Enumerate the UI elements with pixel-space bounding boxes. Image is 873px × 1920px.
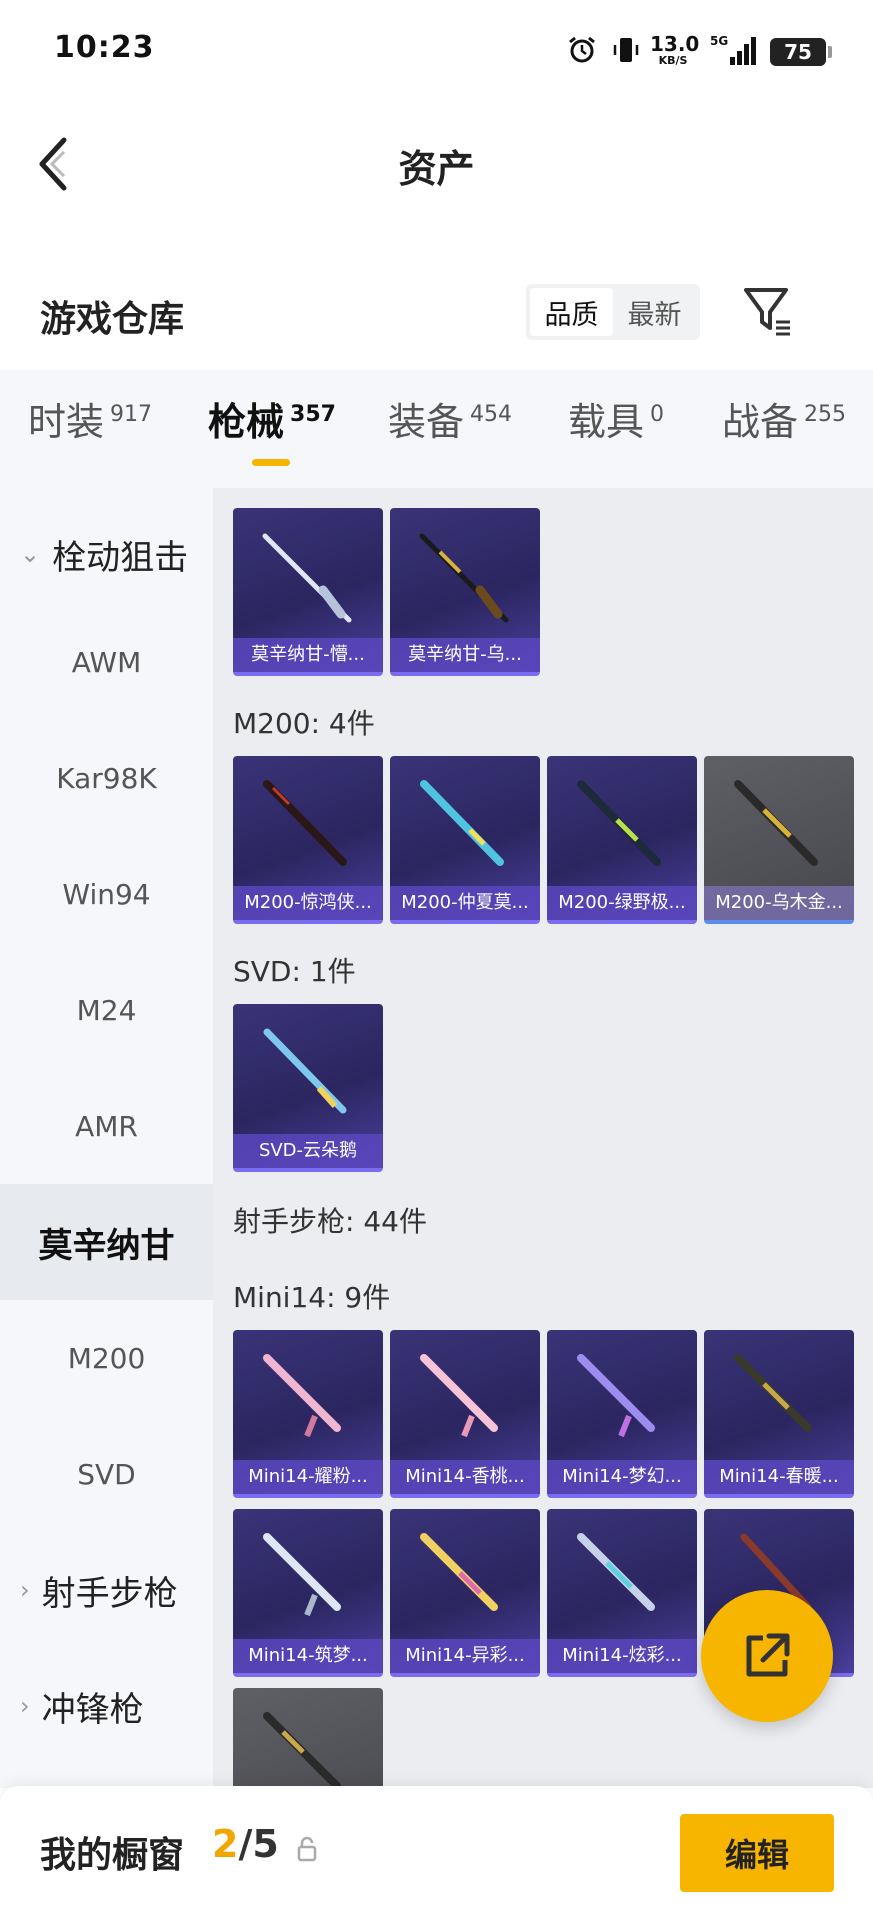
sidebar-item-m24[interactable]: M24 — [0, 952, 213, 1068]
group-header-m200: M200: 4件 — [233, 707, 375, 740]
active-tab-indicator — [252, 459, 290, 466]
item-card[interactable]: M200-仲夏莫... — [390, 756, 540, 924]
rifle-skin-image — [734, 780, 818, 866]
rifle-skin-image — [263, 1354, 341, 1438]
weapon-sidebar: ⌄ 栓动狙击 AWM Kar98K Win94 M24 AMR 莫辛纳甘 M200… — [0, 488, 213, 1788]
sidebar-group-bolt-action[interactable]: ⌄ 栓动狙击 — [0, 496, 213, 612]
sort-quality-option[interactable]: 品质 — [530, 288, 613, 336]
chevron-right-icon: › — [20, 1692, 30, 1720]
item-card[interactable]: M200-绿野极... — [547, 756, 697, 924]
status-time: 10:23 — [54, 30, 155, 65]
signal-5g-icon: 5G — [706, 32, 760, 68]
showcase-bar: 我的橱窗 2/5 编辑 — [0, 1786, 873, 1920]
sidebar-item-awm[interactable]: AWM — [0, 604, 213, 720]
rifle-skin-image — [577, 1533, 655, 1611]
tab-supplies[interactable]: 战备 255 — [722, 400, 846, 444]
chevron-right-icon: › — [20, 1576, 30, 1604]
item-card[interactable]: 莫辛纳甘-懵... — [233, 508, 383, 676]
vibrate-icon — [610, 32, 642, 68]
showcase-count: 2/5 — [212, 1822, 279, 1866]
tab-equipment[interactable]: 装备 454 — [388, 400, 512, 444]
item-card[interactable]: Mini14-筑梦... — [233, 1509, 383, 1677]
sidebar-item-amr[interactable]: AMR — [0, 1068, 213, 1184]
sidebar-item-win94[interactable]: Win94 — [0, 836, 213, 952]
sidebar-group-smg[interactable]: › 冲锋枪 — [0, 1648, 213, 1764]
rifle-skin-image — [577, 780, 661, 866]
item-card[interactable]: Mini14-梦幻... — [547, 1330, 697, 1498]
item-card[interactable]: Mini14-耀粉... — [233, 1330, 383, 1498]
item-card[interactable]: Mini14-炫彩... — [547, 1509, 697, 1677]
share-button[interactable] — [701, 1590, 833, 1722]
assets-page: 10:23 13.0 KB/S 5G 75 资产 游戏仓库 品质 最新 时装 9… — [0, 0, 873, 1920]
item-card[interactable]: SVD-云朵鹅 — [233, 1004, 383, 1172]
rifle-skin-image — [420, 1533, 498, 1611]
network-speed: 13.0 KB/S — [650, 32, 700, 67]
tab-vehicles[interactable]: 载具 0 — [568, 400, 664, 444]
item-card[interactable]: Mini14-春暖... — [704, 1330, 854, 1498]
sidebar-item-m200[interactable]: M200 — [0, 1300, 213, 1416]
item-card[interactable] — [233, 1688, 383, 1788]
edit-button[interactable]: 编辑 — [680, 1814, 834, 1892]
status-bar: 10:23 13.0 KB/S 5G 75 — [0, 0, 873, 100]
sidebar-item-kar98k[interactable]: Kar98K — [0, 720, 213, 836]
group-header-svd: SVD: 1件 — [233, 955, 356, 988]
rifle-skin-image — [263, 1533, 341, 1617]
rifle-skin-image — [263, 1712, 341, 1788]
rifle-skin-image — [419, 533, 509, 623]
rifle-skin-image — [263, 780, 347, 866]
battery-indicator: 75 — [770, 38, 832, 66]
lock-icon — [296, 1836, 318, 1862]
item-card[interactable]: 莫辛纳甘-乌... — [390, 508, 540, 676]
rifle-skin-image — [263, 1028, 347, 1114]
svg-text:5G: 5G — [710, 34, 728, 48]
sort-newest-option[interactable]: 最新 — [613, 288, 696, 336]
tab-firearms[interactable]: 枪械 357 — [208, 400, 336, 444]
item-card[interactable]: Mini14-香桃... — [390, 1330, 540, 1498]
item-card[interactable]: M200-惊鸿侠... — [233, 756, 383, 924]
rifle-skin-image — [420, 780, 504, 866]
category-tabs: 时装 917 枪械 357 装备 454 载具 0 战备 255 — [0, 370, 873, 488]
filter-icon[interactable] — [740, 282, 796, 338]
showcase-label: 我的橱窗 — [40, 1835, 185, 1876]
sort-toggle: 品质 最新 — [526, 284, 700, 340]
sidebar-group-dmr[interactable]: › 射手步枪 — [0, 1532, 213, 1648]
rifle-skin-image — [420, 1354, 498, 1438]
alarm-icon — [566, 32, 598, 68]
section-title: 游戏仓库 — [40, 299, 185, 340]
group-header-mini14: Mini14: 9件 — [233, 1281, 391, 1314]
group-header-dmr: 射手步枪: 44件 — [233, 1205, 427, 1238]
sidebar-item-mosin[interactable]: 莫辛纳甘 — [0, 1184, 213, 1300]
item-card[interactable]: Mini14-异彩... — [390, 1509, 540, 1677]
item-card[interactable]: M200-乌木金... — [704, 756, 854, 924]
rifle-skin-image — [734, 1354, 812, 1432]
rifle-skin-image — [577, 1354, 655, 1438]
sidebar-item-svd[interactable]: SVD — [0, 1416, 213, 1532]
share-external-icon — [746, 1633, 790, 1677]
page-title: 资产 — [398, 147, 475, 191]
rifle-skin-image — [262, 533, 352, 623]
chevron-down-icon: ⌄ — [20, 540, 41, 568]
tab-fashion[interactable]: 时装 917 — [28, 400, 152, 444]
